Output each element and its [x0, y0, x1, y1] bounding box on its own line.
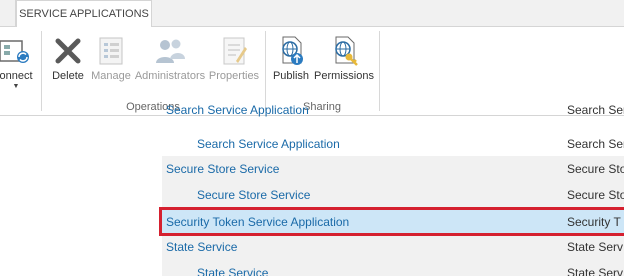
list-item[interactable]: Search Service Application Search Ser [162, 131, 624, 157]
publish-icon [282, 36, 303, 65]
connect-button[interactable]: onnect ▼ [0, 35, 40, 90]
service-app-type: Secure Sto [567, 162, 624, 176]
manage-label: Manage [91, 70, 131, 82]
list-item[interactable]: Secure Store Service Secure Sto [162, 182, 624, 208]
service-app-type: Search Ser [567, 137, 624, 151]
list-item[interactable]: State Service State Serv [162, 234, 624, 260]
service-app-name[interactable]: Secure Store Service [197, 182, 310, 208]
properties-label: Properties [208, 70, 260, 82]
service-app-type: Secure Sto [567, 188, 624, 202]
selection-highlight-box [159, 207, 624, 236]
service-app-name[interactable]: State Service [166, 234, 237, 260]
service-applications-list: Search Service Application Search Ser Se… [0, 104, 624, 276]
list-item[interactable]: State Service State Serv [162, 260, 624, 276]
service-app-name[interactable]: Search Service Application [197, 131, 340, 157]
delete-label: Delete [52, 70, 84, 82]
publish-button[interactable]: Publish [272, 35, 310, 82]
properties-button[interactable]: Properties [208, 35, 260, 82]
group-divider [379, 31, 380, 111]
permissions-icon [335, 36, 358, 66]
permissions-label: Permissions [314, 70, 374, 82]
tab-partial-left[interactable] [0, 0, 16, 27]
publish-label: Publish [272, 70, 310, 82]
group-create-partial: onnect ▼ e [0, 27, 40, 116]
service-app-type: State Serv [567, 240, 624, 254]
properties-icon [223, 37, 247, 65]
delete-button[interactable]: Delete [48, 35, 88, 82]
tab-service-applications[interactable]: SERVICE APPLICATIONS [16, 0, 152, 28]
administrators-button[interactable]: Administrators [134, 35, 206, 82]
service-app-type: State Serv [567, 266, 624, 276]
service-app-name[interactable]: Search Service Application [166, 104, 309, 116]
service-app-name[interactable]: Secure Store Service [166, 156, 279, 182]
administrators-label: Administrators [134, 70, 206, 82]
list-item[interactable]: Search Service Application Search Ser [162, 103, 624, 127]
chevron-down-icon: ▼ [12, 83, 20, 90]
connect-label: onnect [0, 70, 33, 82]
permissions-button[interactable]: Permissions [314, 35, 374, 82]
service-app-name[interactable]: State Service [197, 260, 268, 276]
delete-x-icon [55, 38, 81, 64]
group-label-partial: e [0, 101, 40, 113]
connect-icon [0, 40, 29, 63]
ribbon-tab-strip: SERVICE APPLICATIONS [0, 0, 624, 28]
manage-button[interactable]: Manage [90, 35, 132, 82]
manage-list-icon [99, 37, 123, 65]
list-item[interactable]: Secure Store Service Secure Sto [162, 156, 624, 182]
ribbon: onnect ▼ e Delete Manage [0, 27, 624, 116]
users-icon [156, 39, 185, 63]
service-app-type: Search Ser [567, 103, 624, 117]
